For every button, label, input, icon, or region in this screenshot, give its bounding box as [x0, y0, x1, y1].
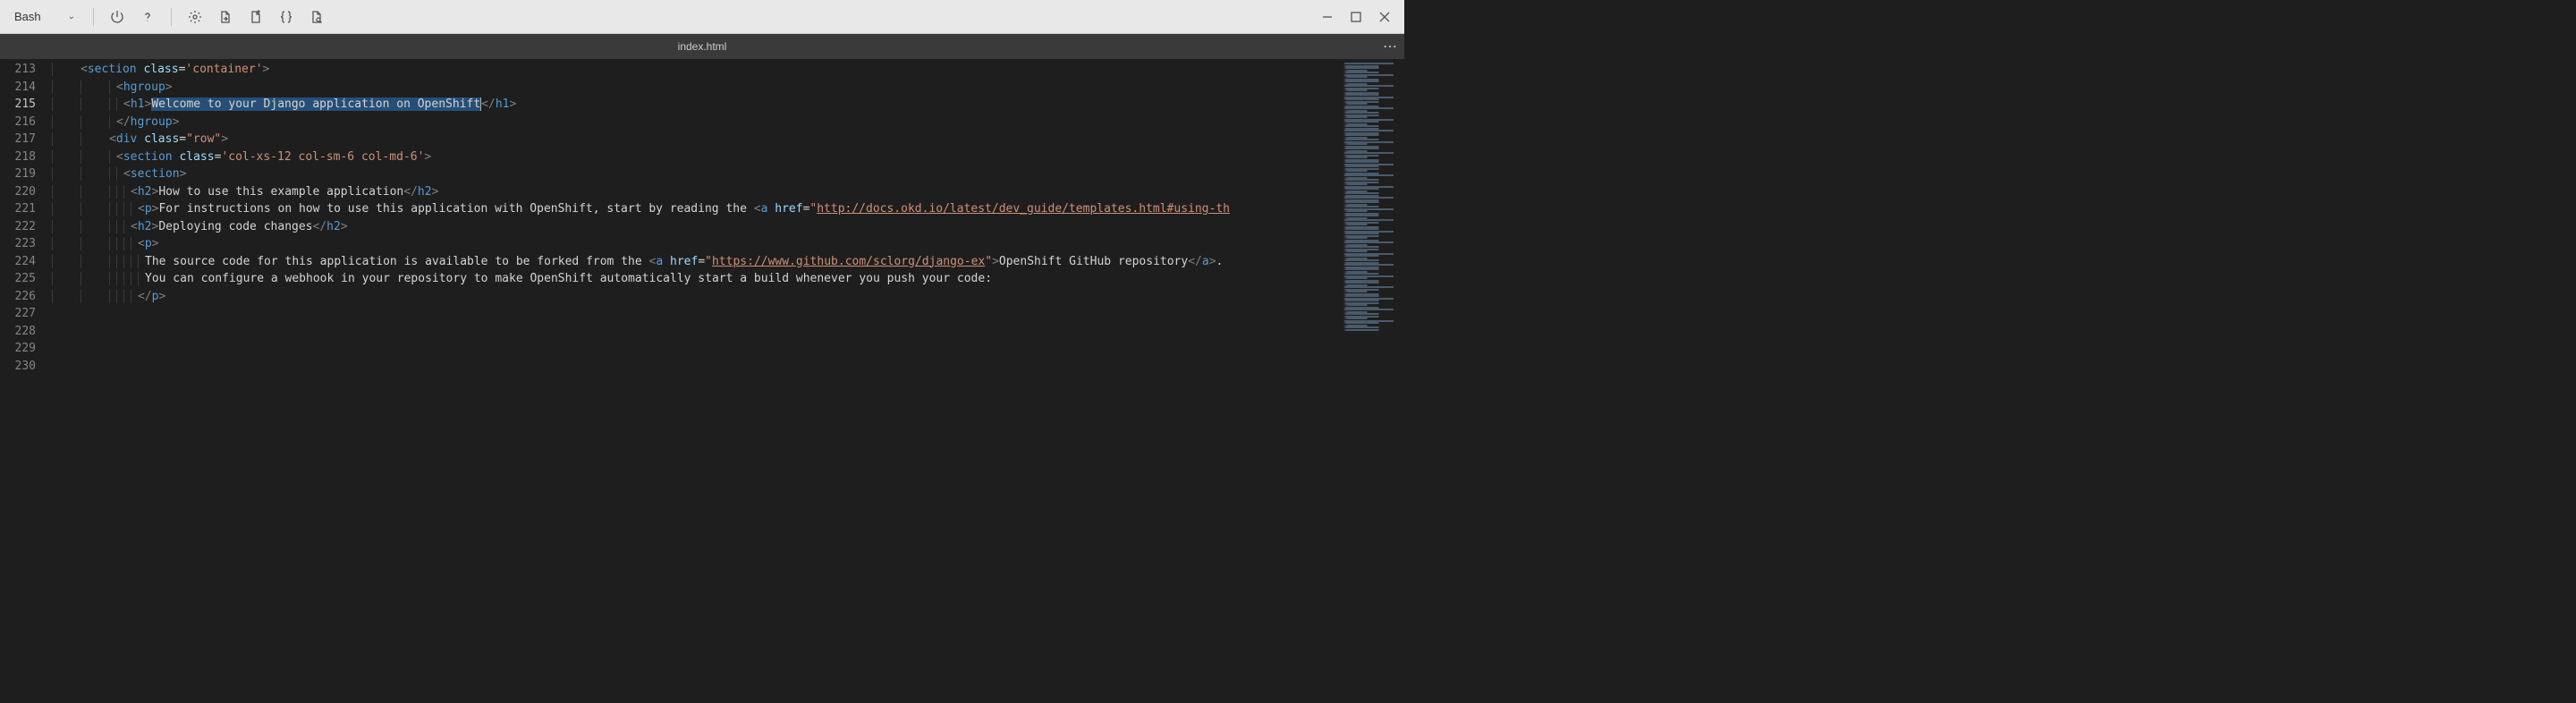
file-export-icon[interactable]: [213, 4, 238, 30]
code-area[interactable]: <section class='container'><hgroup><h1>W…: [52, 59, 1342, 352]
gear-icon[interactable]: [182, 4, 208, 30]
divider: [171, 8, 172, 26]
chevron-down-icon: ⌄: [68, 12, 75, 21]
minimap[interactable]: [1342, 59, 1404, 352]
divider: [93, 8, 94, 26]
tab-filename[interactable]: index.html: [667, 40, 738, 53]
terminal-profile-label: Bash: [14, 10, 41, 23]
file-add-icon[interactable]: [243, 4, 268, 30]
help-icon[interactable]: [135, 4, 160, 30]
window-controls: [1315, 4, 1397, 30]
tab-bar: index.html ⋯: [0, 34, 1404, 59]
line-gutter: 2132142152162172182192202212222232242252…: [0, 59, 52, 352]
maximize-icon[interactable]: [1343, 4, 1368, 30]
tab-more-icon[interactable]: ⋯: [1383, 38, 1404, 55]
toolbar: Bash ⌄: [0, 0, 1404, 34]
power-icon[interactable]: [105, 4, 130, 30]
minimize-icon[interactable]: [1315, 4, 1340, 30]
toolbar-left: Bash ⌄: [7, 4, 1315, 30]
editor[interactable]: 2132142152162172182192202212222232242252…: [0, 59, 1404, 352]
close-icon[interactable]: [1372, 4, 1397, 30]
terminal-profile-select[interactable]: Bash ⌄: [7, 6, 82, 27]
braces-icon[interactable]: [274, 4, 299, 30]
file-search-icon[interactable]: [304, 4, 329, 30]
